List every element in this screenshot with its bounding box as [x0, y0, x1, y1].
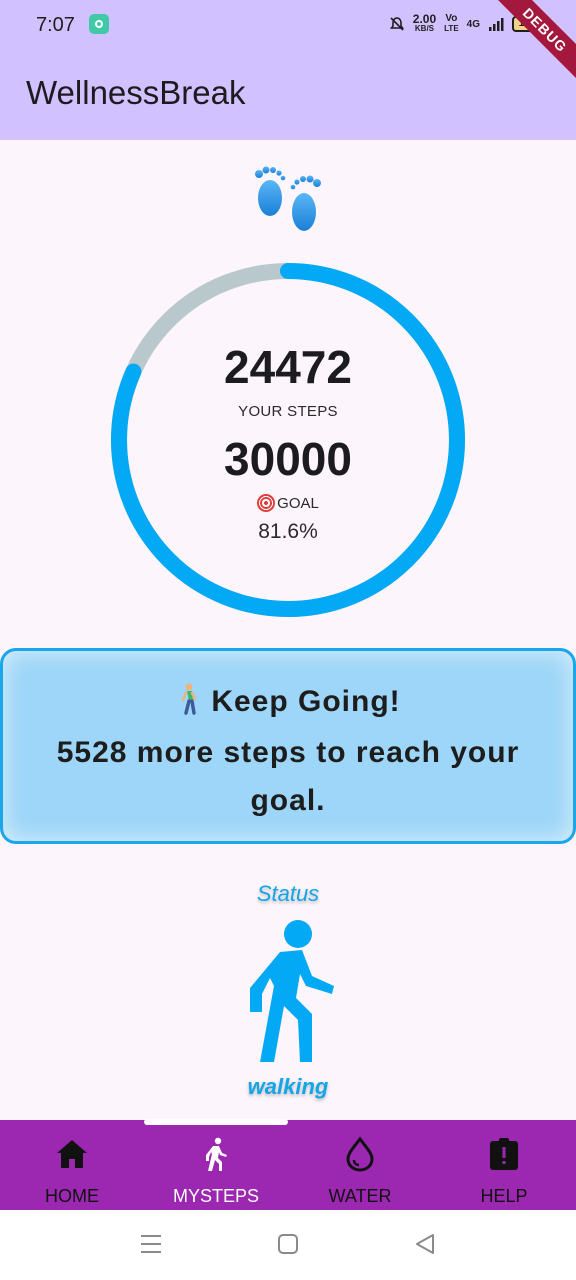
volte-indicator: Vo LTE: [444, 14, 459, 34]
footprints-icon: [255, 166, 321, 231]
motivation-headline-row: Keep Going!: [3, 683, 573, 719]
home-button-icon[interactable]: [278, 1234, 298, 1254]
goal-label: GOAL: [277, 494, 319, 512]
nav-item-home[interactable]: HOME: [0, 1120, 144, 1210]
status-title: Status: [256, 881, 320, 906]
nav-label-help: HELP: [480, 1186, 528, 1206]
steps-label: YOUR STEPS: [238, 403, 338, 420]
volte-top: Vo: [445, 13, 458, 24]
nav-item-water[interactable]: WATER: [288, 1120, 432, 1210]
walk-icon: [206, 1137, 227, 1171]
back-icon[interactable]: [414, 1233, 436, 1255]
motivation-message: 5528 more steps to reach your goal.: [56, 736, 520, 817]
status-value: walking: [247, 1074, 329, 1099]
motivation-headline: Keep Going!: [211, 685, 401, 718]
goal-label-row: GOAL: [110, 494, 466, 512]
home-icon: [57, 1140, 87, 1168]
app-title: WellnessBreak: [26, 74, 246, 111]
steps-count: 24472: [224, 341, 352, 393]
progress-percent: 81.6%: [258, 520, 318, 543]
net-speed-unit: KB/S: [414, 24, 435, 33]
bottom-navigation: HOME MYSTEPS WATER HELP: [0, 1120, 576, 1210]
system-navigation-bar: [0, 1210, 576, 1280]
nav-item-help[interactable]: HELP: [432, 1120, 576, 1210]
directions-walk-icon: [250, 920, 334, 1062]
app-header: 7:07 2.00 KB/S Vo LTE 4G 100: [0, 0, 576, 140]
recent-apps-icon[interactable]: [140, 1234, 162, 1254]
volte-bottom: LTE: [444, 24, 459, 33]
nav-label-mysteps: MYSTEPS: [172, 1186, 260, 1206]
help-clipboard-icon: [490, 1138, 518, 1170]
motivation-card: Keep Going! 5528 more steps to reach you…: [0, 648, 576, 844]
person-walking-icon: [182, 683, 197, 715]
progress-center: 24472 YOUR STEPS 30000 GOAL 81.6%: [110, 262, 466, 618]
nav-label-home: HOME: [45, 1186, 99, 1206]
goal-count: 30000: [224, 433, 352, 485]
water-drop-icon: [346, 1136, 374, 1172]
nav-label-water: WATER: [328, 1186, 392, 1206]
notification-app-icon: [89, 14, 109, 34]
net-speed-value: 2.00: [412, 12, 437, 26]
status-time: 7:07: [36, 14, 75, 36]
status-bar: 7:07 2.00 KB/S Vo LTE 4G 100: [0, 0, 576, 85]
nav-item-mysteps[interactable]: MYSTEPS: [144, 1120, 288, 1210]
mute-bell-icon: [389, 17, 404, 31]
nav-active-indicator: [144, 1119, 288, 1125]
target-icon: [257, 494, 276, 512]
debug-banner: DEBUG: [490, 0, 576, 85]
signal-icon: [489, 18, 504, 31]
net-speed: 2.00 KB/S: [412, 12, 437, 34]
network-type: 4G: [466, 18, 480, 30]
